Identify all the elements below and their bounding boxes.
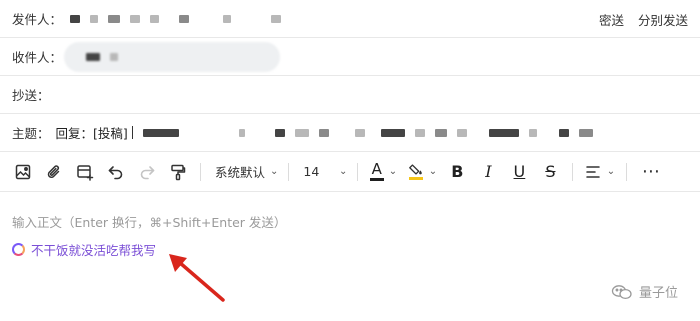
to-label: 收件人： [12,50,63,65]
chevron-down-icon: ⌄ [606,166,616,177]
align-button[interactable]: ⌄ [581,158,617,186]
font-family-value: 系统默认 [215,165,266,180]
font-color-button[interactable]: A ⌄ [366,158,400,186]
red-arrow-annotation [169,254,225,302]
chevron-down-icon: ⌄ [388,166,398,177]
image-icon[interactable] [10,158,36,186]
subject-input[interactable]: 回复：[投稿] [56,123,128,142]
body-editor[interactable]: 输入正文（Enter 换行，⌘+Shift+Enter 发送） 不干饭就没活吃帮… [0,192,700,321]
cc-row[interactable]: 抄送： [0,76,700,114]
font-size-value: 14 [303,164,320,179]
editor-placeholder: 输入正文（Enter 换行，⌘+Shift+Enter 发送） [12,215,287,230]
bold-icon[interactable]: B [444,158,470,186]
chevron-down-icon: ⌄ [270,166,279,177]
separate-send-link[interactable]: 分别发送 [638,10,688,29]
text-cursor [131,126,133,139]
recipient-chip[interactable] [64,42,280,72]
watermark-text: 量子位 [638,286,678,301]
cc-label: 抄送： [12,88,50,103]
toolbar-separator [357,162,359,181]
card-add-icon[interactable] [72,158,98,186]
chevron-down-icon: ⌄ [428,166,438,177]
undo-icon[interactable] [103,158,129,186]
subject-label: 主题： [12,126,50,141]
wechat-icon [611,284,632,299]
subject-redacted [142,114,603,151]
toolbar-separator [572,162,574,181]
ai-logo-icon [12,243,25,256]
strikethrough-icon[interactable]: S [537,158,563,186]
highlight-swatch [408,177,423,180]
from-row: 发件人： 密送 分别发送 [0,0,700,38]
font-color-swatch [369,178,384,181]
more-icon[interactable]: ⋯ [635,158,667,186]
watermark: 量子位 [611,282,678,301]
from-label: 发件人： [12,12,63,27]
highlight-button[interactable]: ⌄ [405,158,439,186]
toolbar-separator [288,162,290,181]
chevron-down-icon: ⌄ [339,166,348,177]
format-painter-icon[interactable] [165,158,191,186]
align-icon [585,165,600,178]
subject-row[interactable]: 主题： 回复：[投稿] [0,114,700,152]
italic-icon[interactable]: I [475,158,501,186]
ai-write-button[interactable]: 不干饭就没活吃帮我写 [12,240,156,259]
from-value-redacted[interactable] [70,0,291,37]
toolbar-separator [626,162,628,181]
font-family-dropdown[interactable]: 系统默认 ⌄ [209,158,284,186]
format-toolbar: 系统默认 ⌄ 14 ⌄ A ⌄ ⌄ B I U S ⌄ ⋯ [0,152,700,192]
toolbar-separator [200,162,201,181]
highlight-icon [408,163,424,180]
font-size-dropdown[interactable]: 14 ⌄ [297,158,353,186]
ai-write-label: 不干饭就没活吃帮我写 [31,243,157,258]
bcc-link[interactable]: 密送 [599,10,624,29]
attachment-icon[interactable] [41,158,67,186]
underline-icon[interactable]: U [506,158,532,186]
font-color-icon: A [369,162,384,181]
redo-icon[interactable] [134,158,160,186]
